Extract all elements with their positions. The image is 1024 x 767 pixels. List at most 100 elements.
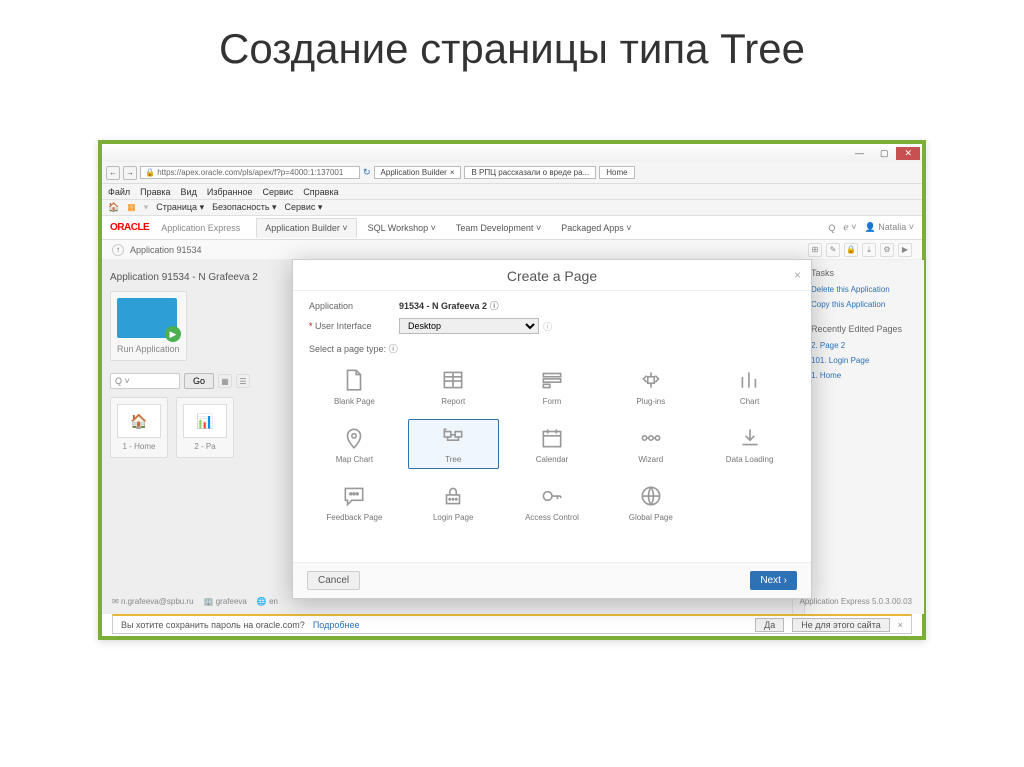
user-menu[interactable]: 👤 Natalia ˅	[865, 222, 915, 233]
page-type-label: Wizard	[610, 455, 691, 464]
page-type-chart[interactable]: Chart	[704, 361, 795, 411]
search-icon[interactable]: Q	[828, 223, 835, 233]
bc-edit-icon[interactable]: ✎	[826, 243, 840, 257]
footer-version: Application Express 5.0.3.00.03	[799, 597, 912, 606]
refresh-icon[interactable]: ↻	[363, 167, 371, 178]
select-type-label: Select a page type: ⓘ	[309, 342, 795, 355]
feedback-icon	[337, 482, 371, 510]
recent-link[interactable]: 101. Login Page	[811, 353, 918, 368]
menu-item[interactable]: Вид	[181, 187, 197, 197]
browser-tab[interactable]: Home	[599, 166, 634, 179]
save-pwd-more[interactable]: Подробнее	[313, 620, 360, 630]
nav-team-dev[interactable]: Team Development ˅	[447, 218, 550, 238]
recent-link[interactable]: 2. Page 2	[811, 338, 918, 353]
home-icon[interactable]: 🏠	[108, 202, 119, 213]
field-label: User Interface	[309, 321, 399, 331]
toolbar-item[interactable]: Сервис ▾	[285, 202, 323, 213]
plugins-icon	[634, 366, 668, 394]
page-type-report[interactable]: Report	[408, 361, 499, 411]
feed-icon[interactable]: ▦	[127, 202, 136, 213]
page-type-global[interactable]: Global Page	[605, 477, 696, 527]
browser-tab[interactable]: В РПЦ рассказали о вреде ра...	[464, 166, 596, 179]
view-list-icon[interactable]: ☰	[236, 374, 250, 388]
page-tile[interactable]: 🏠 1 - Home	[110, 397, 168, 458]
apex-nav: Application Builder ˅ SQL Workshop ˅ Tea…	[256, 218, 640, 238]
page-type-login[interactable]: Login Page	[408, 477, 499, 527]
page-type-mapchart[interactable]: Map Chart	[309, 419, 400, 469]
info-icon[interactable]: ⓘ	[543, 320, 552, 333]
task-link[interactable]: Copy this Application	[811, 297, 918, 312]
page-type-feedback[interactable]: Feedback Page	[309, 477, 400, 527]
save-pwd-no[interactable]: Не для этого сайта	[792, 618, 889, 632]
toolbar-item[interactable]: Безопасность ▾	[212, 202, 276, 213]
bc-util-icon[interactable]: ⚙	[880, 243, 894, 257]
back-button[interactable]: ←	[106, 166, 120, 180]
task-link[interactable]: Delete this Application	[811, 282, 918, 297]
apex-product-name: Application Express	[161, 223, 240, 233]
page-type-tree[interactable]: Tree	[408, 419, 499, 469]
browser-toolbar: 🏠 ▦ ▾ Страница ▾ Безопасность ▾ Сервис ▾	[102, 200, 922, 216]
nav-packaged-apps[interactable]: Packaged Apps ˅	[552, 218, 640, 238]
bc-icon[interactable]: ⊞	[808, 243, 822, 257]
page-type-form[interactable]: Form	[507, 361, 598, 411]
close-button[interactable]: ✕	[896, 147, 920, 160]
global-icon	[634, 482, 668, 510]
nav-app-builder[interactable]: Application Builder ˅	[256, 218, 356, 238]
menu-item[interactable]: Избранное	[207, 187, 253, 197]
page-icon: 📊	[183, 404, 227, 438]
minimize-button[interactable]: —	[847, 147, 872, 159]
forward-button[interactable]: →	[123, 166, 137, 180]
maximize-button[interactable]: ▢	[872, 147, 897, 160]
menu-item[interactable]: Справка	[303, 187, 338, 197]
menu-item[interactable]: Сервис	[262, 187, 293, 197]
page-type-label: Blank Page	[314, 397, 395, 406]
tasks-heading: Tasks	[811, 266, 918, 282]
chart-icon	[733, 366, 767, 394]
page-tile-label: 2 - Pa	[183, 438, 227, 451]
nav-sql-workshop[interactable]: SQL Workshop ˅	[359, 218, 445, 238]
dataloading-icon	[733, 424, 767, 452]
url-input[interactable]: 🔒 https://apex.oracle.com/pls/apex/f?p=4…	[140, 166, 360, 179]
go-button[interactable]: Go	[184, 373, 214, 389]
access-icon	[535, 482, 569, 510]
browser-tab[interactable]: Application Builder×	[374, 166, 462, 179]
page-tile-label: 1 - Home	[117, 438, 161, 451]
menu-item[interactable]: Файл	[108, 187, 130, 197]
search-input[interactable]: Q ˅	[110, 373, 180, 389]
mapchart-icon	[337, 424, 371, 452]
page-type-access[interactable]: Access Control	[507, 477, 598, 527]
bc-download-icon[interactable]: ⤓	[862, 243, 876, 257]
recent-link[interactable]: 1. Home	[811, 368, 918, 383]
page-tile[interactable]: 📊 2 - Pa	[176, 397, 234, 458]
page-type-plugins[interactable]: Plug-ins	[605, 361, 696, 411]
up-button[interactable]: ↑	[112, 244, 124, 256]
create-page-modal: Create a Page × Application 91534 - N Gr…	[292, 259, 812, 599]
page-type-dataloading[interactable]: Data Loading	[704, 419, 795, 469]
modal-close-icon[interactable]: ×	[794, 268, 801, 282]
ui-select[interactable]: Desktop	[399, 318, 539, 334]
bc-lock-icon[interactable]: 🔒	[844, 243, 858, 257]
save-pwd-yes[interactable]: Да	[755, 618, 784, 632]
page-type-blank[interactable]: Blank Page	[309, 361, 400, 411]
page-type-label: Plug-ins	[610, 397, 691, 406]
toolbar-item[interactable]: Страница ▾	[156, 202, 204, 213]
address-bar: ← → 🔒 https://apex.oracle.com/pls/apex/f…	[102, 162, 922, 184]
page-type-label: Report	[413, 397, 494, 406]
bc-play-icon[interactable]: ▶	[898, 243, 912, 257]
page-type-label: Map Chart	[314, 455, 395, 464]
page-type-wizard[interactable]: Wizard	[605, 419, 696, 469]
page-type-label: Data Loading	[709, 455, 790, 464]
run-application-tile[interactable]: Run Application	[110, 291, 187, 361]
next-button[interactable]: Next ›	[750, 571, 797, 590]
footer-item: ✉ n.grafeeva@spbu.ru	[112, 597, 194, 606]
home-page-icon: 🏠	[117, 404, 161, 438]
cancel-button[interactable]: Cancel	[307, 571, 360, 590]
menu-item[interactable]: Правка	[140, 187, 170, 197]
browser-menu: Файл Правка Вид Избранное Сервис Справка	[102, 184, 922, 200]
view-cards-icon[interactable]: ▦	[218, 374, 232, 388]
save-pwd-close[interactable]: ×	[898, 620, 903, 630]
page-type-label: Login Page	[413, 513, 494, 522]
help-icon[interactable]: ℯ ˅	[843, 222, 856, 233]
page-type-label: Access Control	[512, 513, 593, 522]
page-type-calendar[interactable]: Calendar	[507, 419, 598, 469]
